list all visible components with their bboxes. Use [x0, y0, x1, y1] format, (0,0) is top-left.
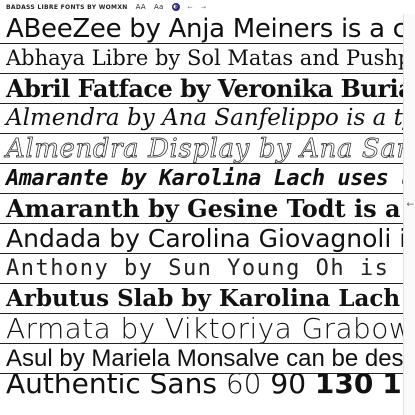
font-name: Authentic Sans — [6, 374, 217, 394]
font-sample-text: ABeeZee by Anja Meiners is a children's … — [6, 14, 403, 44]
scrollbar[interactable] — [403, 14, 415, 415]
font-sample-text: Abril Fatface by Veronika Burian and Jos… — [6, 74, 403, 103]
font-sample-text: Abhaya Libre by Sol Matas and Pushpanand… — [6, 46, 403, 70]
collapse-arrow-icon[interactable]: ← — [406, 200, 414, 210]
weight-sample: 150 — [382, 374, 403, 394]
font-row[interactable]: Abril Fatface by Veronika Burian and Jos… — [0, 74, 403, 104]
font-sample-text: Almendra Display by Ana Sanfelippo — [6, 134, 403, 164]
weight-sample: 90 — [270, 374, 307, 394]
font-sample-text: Asul by Mariela Monsalve can be describe… — [6, 344, 403, 372]
font-row[interactable]: Armata by Viktoriya Grabowska — [0, 314, 403, 344]
dark-mode-icon[interactable]: ◐ — [171, 3, 180, 11]
font-row[interactable]: Authentic Sans 60 90 130 150 — [0, 374, 403, 394]
font-row[interactable]: ABeeZee by Anja Meiners is a children's … — [0, 14, 403, 44]
font-sample-text: Anthony by Sun Young Oh is inspired — [6, 255, 403, 281]
font-row[interactable]: Abhaya Libre by Sol Matas and Pushpanand… — [0, 44, 403, 74]
font-sample-text: Amaranth by Gesine Todt is a friendly — [6, 194, 403, 223]
font-row[interactable]: Amarante by Karolina Lach uses unusual — [0, 164, 403, 194]
size-toggle-button[interactable]: AA — [136, 3, 146, 11]
font-sample-text: Arbutus Slab by Karolina Lach is a — [6, 285, 403, 312]
font-row[interactable]: Almendra Display by Ana Sanfelippo — [0, 134, 403, 164]
font-sample-text: Authentic Sans 60 90 130 150 — [6, 374, 403, 394]
top-bar: BADASS LIBRE FONTS BY WOMXN AA Aa ◐ ← → — [0, 0, 415, 14]
nav-right-icon[interactable]: → — [201, 4, 206, 11]
nav-left-icon[interactable]: ← — [188, 4, 193, 11]
font-sample-text: Almendra by Ana Sanfelippo is a typeface — [6, 105, 403, 131]
font-list: ABeeZee by Anja Meiners is a children's … — [0, 14, 403, 394]
font-sample-text: Armata by Viktoriya Grabowska — [6, 314, 403, 344]
case-toggle-button[interactable]: Aa — [154, 3, 164, 11]
site-title[interactable]: BADASS LIBRE FONTS BY WOMXN — [6, 4, 128, 11]
weight-sample: 130 — [314, 374, 374, 394]
font-row[interactable]: Arbutus Slab by Karolina Lach is a — [0, 284, 403, 314]
font-row[interactable]: Andada by Carolina Giovagnoli is a — [0, 224, 403, 254]
font-row[interactable]: Almendra by Ana Sanfelippo is a typeface — [0, 104, 403, 134]
font-sample-text: Amarante by Karolina Lach uses unusual — [6, 165, 403, 191]
font-row[interactable]: Asul by Mariela Monsalve can be describe… — [0, 344, 403, 374]
font-sample-text: Andada by Carolina Giovagnoli is a — [6, 224, 403, 253]
font-row[interactable]: Anthony by Sun Young Oh is inspired — [0, 254, 403, 284]
font-row[interactable]: Amaranth by Gesine Todt is a friendly — [0, 194, 403, 224]
weight-sample: 60 — [225, 374, 262, 394]
